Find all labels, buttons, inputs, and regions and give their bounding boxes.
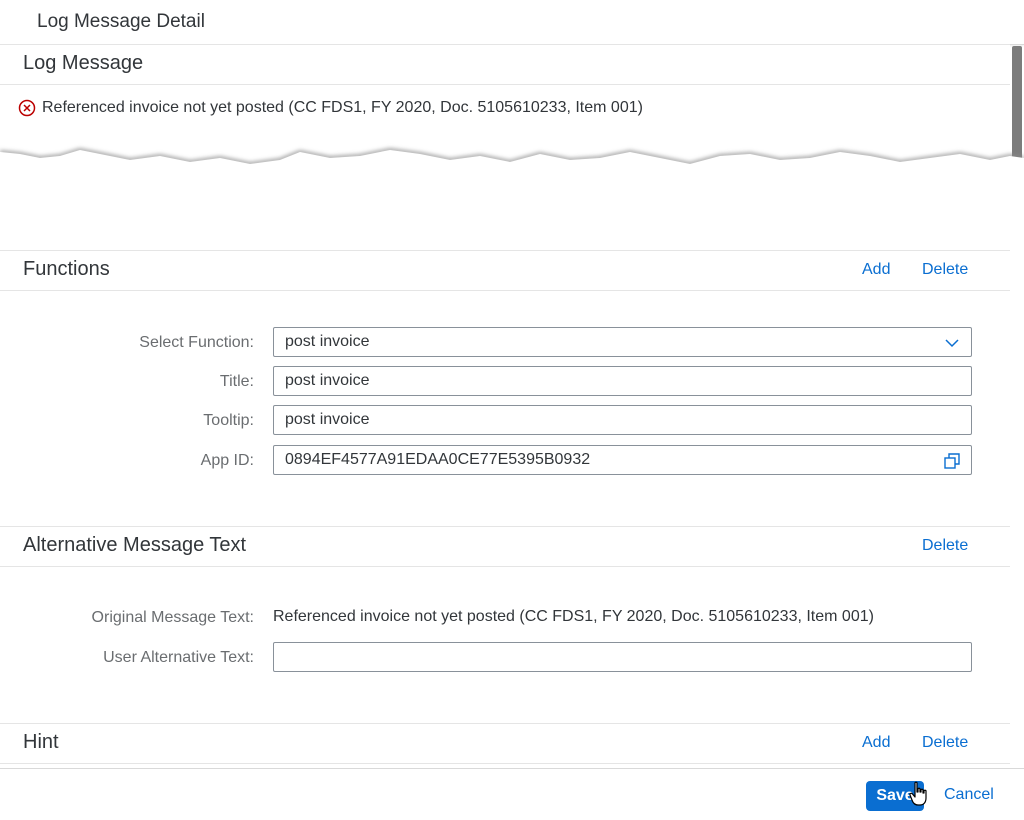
torn-edge-divider: [0, 148, 1024, 210]
select-function-label: Select Function:: [139, 334, 254, 351]
dialog-header: Log Message Detail: [0, 0, 1024, 45]
functions-section-title: Functions: [23, 258, 110, 280]
cancel-button[interactable]: Cancel: [944, 786, 994, 804]
log-message-line: Referenced invoice not yet posted (CC FD…: [18, 99, 643, 117]
app-id-input[interactable]: 0894EF4577A91EDAA0CE77E5395B0932: [273, 445, 972, 475]
title-input[interactable]: post invoice: [273, 366, 972, 396]
alt-message-delete-link[interactable]: Delete: [922, 537, 968, 555]
tooltip-label: Tooltip:: [203, 412, 254, 429]
select-function-value: post invoice: [285, 333, 370, 350]
alt-message-section-header: Alternative Message Text Delete: [0, 526, 1010, 567]
hint-section-header: Hint Add Delete: [0, 723, 1010, 764]
functions-add-link[interactable]: Add: [862, 261, 890, 279]
original-message-label: Original Message Text:: [91, 609, 254, 626]
hint-delete-link[interactable]: Delete: [922, 734, 968, 752]
alt-message-section-title: Alternative Message Text: [23, 534, 247, 556]
error-circle-icon: [18, 99, 36, 117]
title-label: Title:: [219, 373, 254, 390]
dialog-footer: Save Cancel: [0, 768, 1024, 820]
dialog-title: Log Message Detail: [37, 11, 205, 32]
tooltip-value: post invoice: [285, 411, 370, 428]
app-id-label: App ID:: [200, 452, 254, 469]
tooltip-input[interactable]: post invoice: [273, 405, 972, 435]
hint-section-title: Hint: [23, 731, 59, 753]
select-function-dropdown[interactable]: post invoice: [273, 327, 972, 357]
hint-add-link[interactable]: Add: [862, 734, 890, 752]
hand-cursor-icon: [909, 781, 927, 806]
functions-delete-link[interactable]: Delete: [922, 261, 968, 279]
app-id-value: 0894EF4577A91EDAA0CE77E5395B0932: [285, 451, 591, 468]
title-value: post invoice: [285, 372, 370, 389]
log-message-text: Referenced invoice not yet posted (CC FD…: [42, 99, 643, 116]
user-alt-text-label: User Alternative Text:: [103, 649, 254, 666]
original-message-text: Referenced invoice not yet posted (CC FD…: [273, 608, 874, 625]
functions-section-header: Functions Add Delete: [0, 250, 1010, 291]
user-alt-text-input[interactable]: [273, 642, 972, 672]
chevron-down-icon[interactable]: [943, 334, 961, 352]
value-help-icon[interactable]: [943, 452, 961, 470]
log-message-section-title: Log Message: [23, 52, 144, 74]
log-message-section-header: Log Message: [0, 44, 1010, 85]
